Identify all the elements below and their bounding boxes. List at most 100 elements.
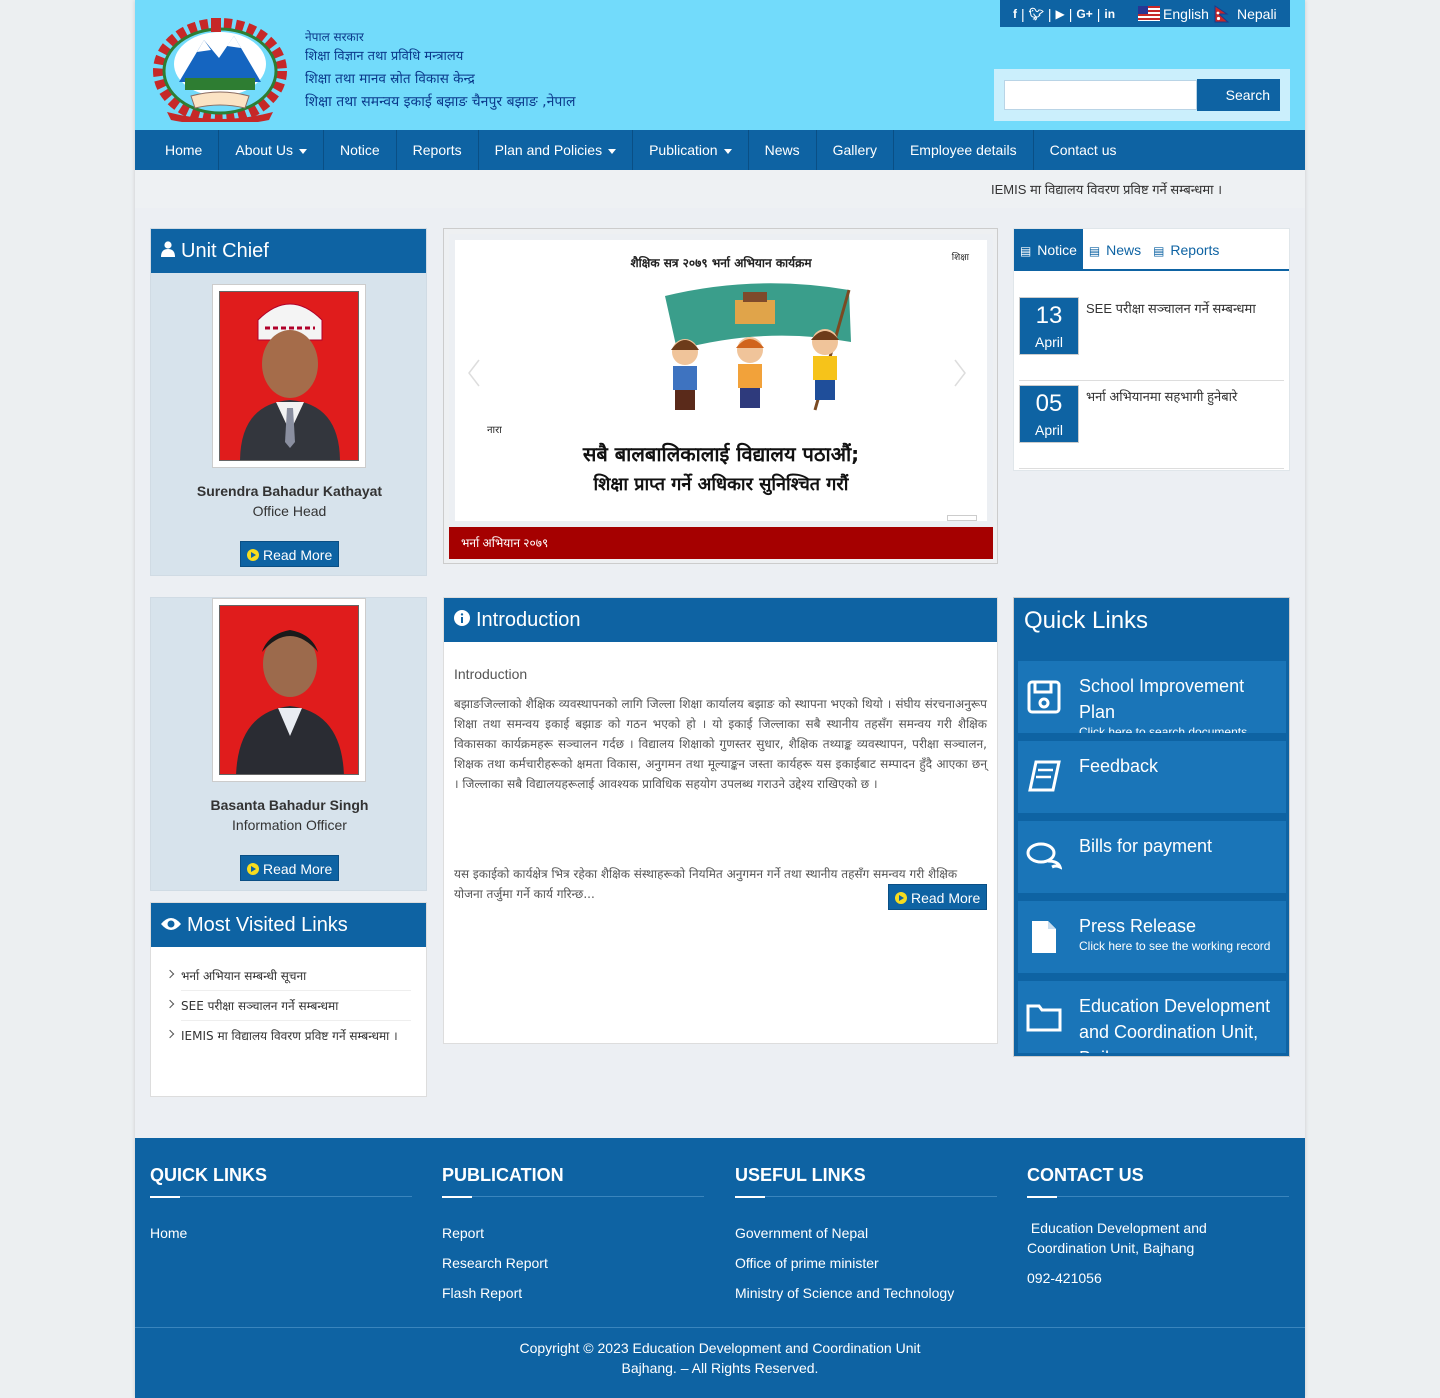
- carousel-indicator[interactable]: [947, 515, 977, 521]
- caret-down-icon: [298, 148, 307, 154]
- twitter-icon[interactable]: 🐦︎: [1029, 7, 1044, 21]
- footer-link-research-report[interactable]: Research Report: [442, 1248, 704, 1278]
- unit-chief-title: Unit Chief: [181, 239, 269, 262]
- nepal-flag-icon: [1213, 4, 1231, 23]
- quick-links-title: Quick Links: [1024, 607, 1149, 634]
- introduction-read-more-button[interactable]: Read More: [888, 884, 988, 910]
- nav-home[interactable]: Home: [149, 130, 220, 170]
- footer-link-report[interactable]: Report: [442, 1218, 704, 1248]
- notice-item[interactable]: 05 April भर्ना अभियानमा सहभागी हुनेबारे: [1019, 385, 1284, 469]
- gov-line-4: शिक्षा तथा समन्वय इकाई बझाङ चैनपुर बझाङ …: [305, 94, 576, 110]
- tab-reports[interactable]: ▤ Reports: [1147, 229, 1225, 269]
- footer-divider: [442, 1196, 704, 1198]
- quick-link-title: Bills for payment: [1079, 836, 1213, 856]
- footer-divider: [1027, 1196, 1289, 1198]
- introduction-panel: Introduction Introduction बझाङजिल्लाको श…: [443, 597, 998, 1044]
- youtube-icon[interactable]: ▶: [1056, 7, 1065, 21]
- caret-down-icon: [608, 148, 617, 154]
- tab-news[interactable]: ▤ News: [1083, 229, 1147, 269]
- nav-plan-and-policies[interactable]: Plan and Policies: [479, 130, 634, 170]
- most-visited-item[interactable]: भर्ना अभियान सम्बन्धी सूचना: [181, 961, 411, 991]
- nav-label: Employee details: [909, 142, 1017, 158]
- nav-about-us[interactable]: About Us: [219, 130, 324, 170]
- play-circle-icon: [247, 863, 259, 875]
- ticker-text[interactable]: IEMIS मा विद्यालय विवरण प्रविष्ट गर्ने स…: [991, 180, 1222, 198]
- slide-slogan-1: सबै बालबालिकालाई विद्यालय पठाऔं;: [582, 442, 860, 466]
- most-visited-title: Most Visited Links: [187, 913, 348, 936]
- most-visited-item[interactable]: IEMIS मा विद्यालय विवरण प्रविष्ट गर्ने स…: [181, 1021, 411, 1050]
- main-navigation: Home About Us Notice Reports Plan and Po…: [135, 130, 1305, 170]
- footer-quick-links: QUICK LINKS Home: [150, 1166, 412, 1248]
- footer-heading: PUBLICATION: [442, 1165, 564, 1185]
- carousel-caption: भर्ना अभियान २०७९: [449, 527, 993, 559]
- date-month: April: [1034, 334, 1063, 350]
- button-label: Read More: [911, 890, 981, 906]
- contact-organization: Education Development and Coordination U…: [1027, 1220, 1211, 1256]
- english-link[interactable]: English: [1163, 6, 1209, 22]
- quick-link-press-release[interactable]: Press Release Click here to see the work…: [1018, 901, 1286, 973]
- quick-link-bills-for-payment[interactable]: Bills for payment: [1018, 821, 1286, 893]
- most-visited-item[interactable]: SEE परीक्षा सञ्चालन गर्ने सम्बन्धमा: [181, 991, 411, 1021]
- nav-employee-details[interactable]: Employee details: [894, 130, 1034, 170]
- news-ticker: IEMIS मा विद्यालय विवरण प्रविष्ट गर्ने स…: [135, 170, 1305, 208]
- carousel-next-arrow-icon[interactable]: [954, 359, 966, 387]
- button-label: Read More: [263, 861, 333, 877]
- tab-notice[interactable]: ▤ Notice: [1014, 229, 1083, 269]
- google-plus-icon[interactable]: G+: [1076, 7, 1092, 21]
- info-circle-icon: [454, 609, 470, 631]
- nepali-link[interactable]: Nepali: [1237, 6, 1277, 22]
- unit-chief-role: Office Head: [252, 503, 327, 519]
- notice-item[interactable]: 13 April SEE परीक्षा सञ्चालन गर्ने सम्बन…: [1019, 297, 1284, 381]
- footer-divider: [735, 1196, 997, 1198]
- quick-link-education-unit[interactable]: Education Development and Coordination U…: [1018, 981, 1286, 1053]
- quick-link-title: Education Development and Coordination U…: [1079, 996, 1271, 1053]
- date-month: April: [1034, 422, 1063, 438]
- unit-chief-photo-frame: [212, 284, 366, 468]
- footer-link-ministry[interactable]: Ministry of Science and Technology: [735, 1278, 997, 1308]
- notice-title[interactable]: SEE परीक्षा सञ्चालन गर्ने सम्बन्धमा: [1086, 299, 1256, 317]
- footer-link-home[interactable]: Home: [150, 1218, 412, 1248]
- page-wrapper: नेपाल सरकार शिक्षा विज्ञान तथा प्रविधि म…: [135, 0, 1305, 1398]
- notice-title[interactable]: भर्ना अभियानमा सहभागी हुनेबारे: [1086, 387, 1237, 405]
- nav-contact-us[interactable]: Contact us: [1034, 130, 1133, 170]
- footer-heading: CONTACT US: [1027, 1165, 1144, 1185]
- quick-link-title: School Improvement Plan: [1079, 676, 1245, 722]
- nav-news[interactable]: News: [749, 130, 817, 170]
- nav-publication[interactable]: Publication: [633, 130, 749, 170]
- search-input[interactable]: [1004, 80, 1197, 110]
- carousel-slide[interactable]: शैक्षिक सत्र २०७९ भर्ना अभियान कार्यक्रम…: [449, 234, 993, 527]
- nav-notice[interactable]: Notice: [324, 130, 397, 170]
- linkedin-icon[interactable]: in: [1104, 7, 1115, 21]
- unit-chief-read-more-button[interactable]: Read More: [240, 541, 340, 567]
- quick-link-feedback[interactable]: Feedback: [1018, 741, 1286, 813]
- nav-gallery[interactable]: Gallery: [817, 130, 894, 170]
- quick-link-title: Feedback: [1079, 756, 1159, 776]
- nav-reports[interactable]: Reports: [397, 130, 479, 170]
- unit-chief-photo: [219, 291, 359, 461]
- officer-read-more-button[interactable]: Read More: [240, 855, 340, 881]
- footer-link-government[interactable]: Government of Nepal: [735, 1218, 997, 1248]
- nav-label: Publication: [649, 142, 718, 158]
- tab-label: Reports: [1170, 242, 1220, 258]
- copyright: Copyright © 2023 Education Development a…: [135, 1327, 1305, 1378]
- gov-line-3: शिक्षा तथा मानव स्रोत विकास केन्द्र: [305, 71, 475, 87]
- facebook-icon[interactable]: f: [1013, 7, 1017, 21]
- quick-link-school-improvement-plan[interactable]: School Improvement Plan Click here to se…: [1018, 661, 1286, 733]
- unit-chief-panel: Unit Chief Surendra Bahadur Kathayat Off…: [150, 228, 427, 576]
- footer-link-pm-office[interactable]: Office of prime minister: [735, 1248, 997, 1278]
- footer-link-flash-report[interactable]: Flash Report: [442, 1278, 704, 1308]
- slide-title: शैक्षिक सत्र २०७९ भर्ना अभियान कार्यक्रम: [630, 256, 812, 270]
- search-button[interactable]: Search: [1197, 79, 1280, 111]
- nepal-emblem-logo[interactable]: [149, 16, 291, 125]
- unit-chief-name: Surendra Bahadur Kathayat: [196, 483, 383, 499]
- folder-icon: [1026, 1004, 1062, 1032]
- carousel-prev-arrow-icon[interactable]: [468, 359, 480, 387]
- play-circle-icon: [895, 892, 907, 904]
- nav-label: Notice: [339, 142, 380, 158]
- search-area: Search: [994, 69, 1290, 121]
- nav-label: About Us: [235, 142, 293, 158]
- file-icon: [1032, 921, 1056, 953]
- image-carousel: शैक्षिक सत्र २०७९ भर्ना अभियान कार्यक्रम…: [443, 228, 998, 564]
- gov-line-1: नेपाल सरकार: [305, 30, 364, 44]
- newspaper-icon: ▤: [1088, 244, 1101, 258]
